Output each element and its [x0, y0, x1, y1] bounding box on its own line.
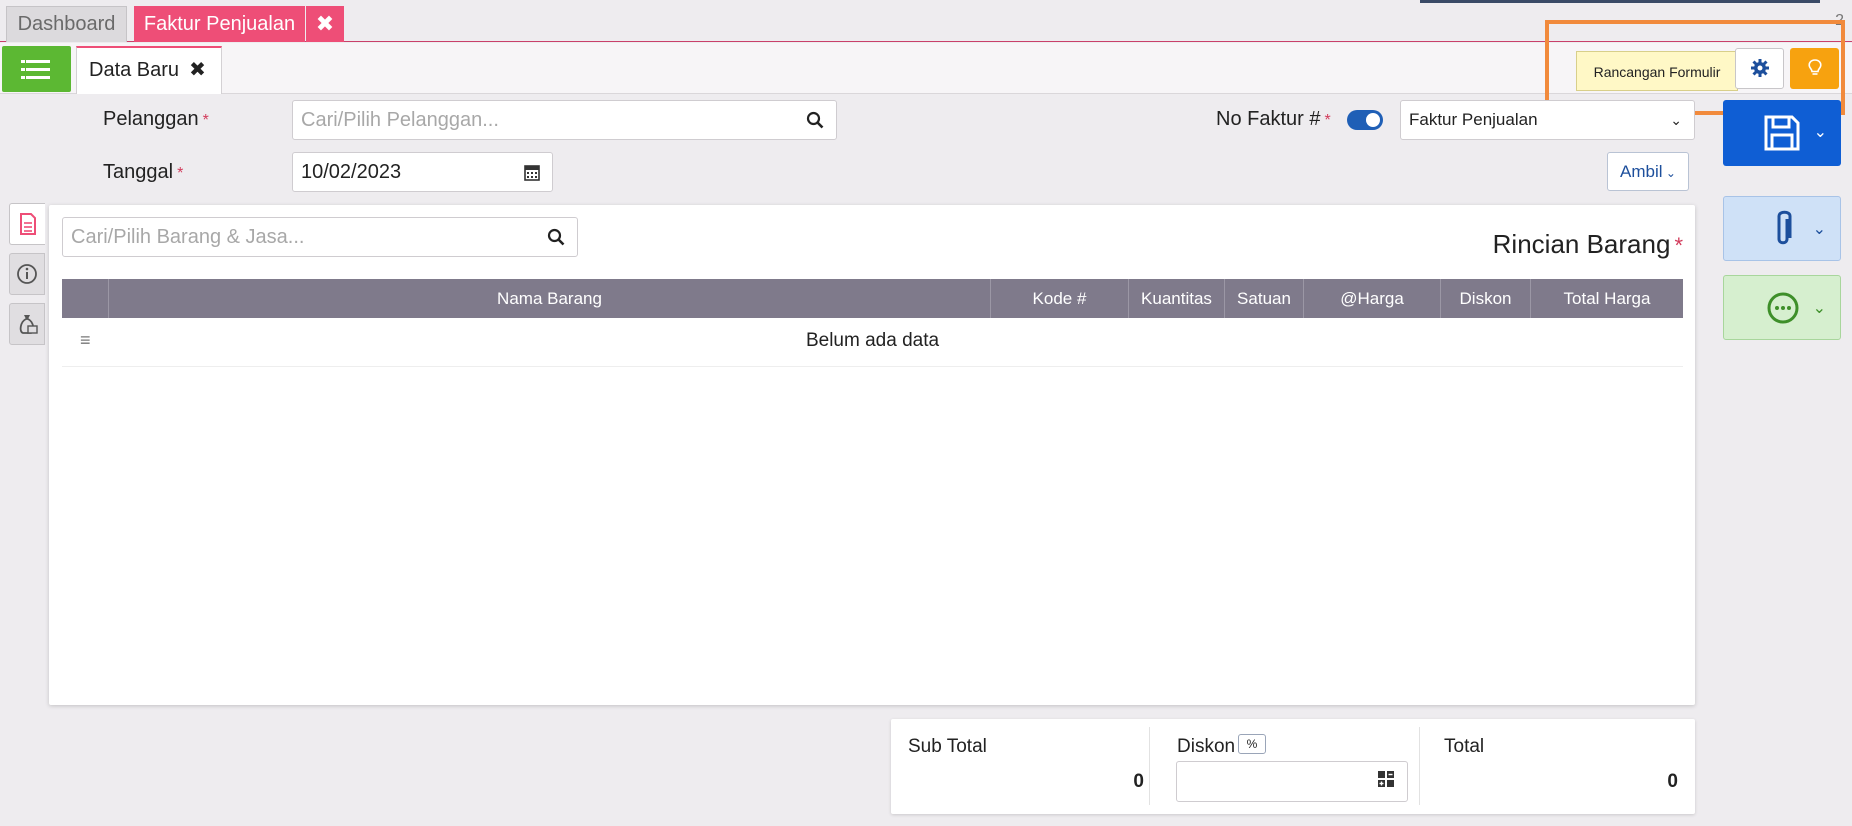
calendar-icon[interactable] — [524, 153, 540, 194]
total-value: 0 — [1667, 771, 1678, 792]
diskon-input[interactable] — [1176, 761, 1408, 802]
column-handle — [62, 279, 109, 318]
column-harga[interactable]: @Harga — [1304, 279, 1441, 318]
subtotal-label: Sub Total — [908, 736, 987, 757]
list-menu-button[interactable] — [2, 46, 71, 92]
paperclip-icon — [1777, 210, 1792, 245]
tanggal-value: 10/02/2023 — [301, 161, 402, 183]
no-faktur-label: No Faktur # * — [1216, 108, 1331, 130]
top-accent-line — [1420, 0, 1820, 3]
chevron-down-icon[interactable]: ⌄ — [1814, 122, 1827, 142]
total-label: Total — [1444, 736, 1485, 757]
info-icon — [17, 264, 37, 284]
rincian-barang-panel: Cari/Pilih Barang & Jasa... Rincian Bara… — [49, 205, 1695, 705]
side-tab-info[interactable] — [9, 253, 45, 295]
divider — [1149, 727, 1150, 805]
chevron-down-icon: ⌄ — [1662, 166, 1676, 180]
auto-number-toggle[interactable] — [1347, 110, 1383, 130]
more-icon — [1767, 292, 1799, 324]
table-row: Belum ada data ≡ — [62, 318, 1683, 367]
column-kode[interactable]: Kode # — [991, 279, 1129, 318]
calculator-icon[interactable] — [1377, 770, 1395, 793]
diskon-percent-toggle[interactable]: % — [1238, 734, 1266, 754]
drag-handle-icon[interactable]: ≡ — [80, 330, 91, 351]
subtotal-value: 0 — [1133, 771, 1144, 792]
close-icon[interactable]: ✖ — [189, 59, 206, 81]
column-satuan[interactable]: Satuan — [1225, 279, 1304, 318]
subtab-label: Data Baru — [89, 59, 180, 81]
ambil-button[interactable]: Ambil ⌄ — [1607, 152, 1689, 191]
diskon-label: Diskon — [1177, 736, 1236, 757]
tab-faktur-penjualan[interactable]: Faktur Penjualan — [134, 6, 305, 42]
document-icon — [19, 213, 36, 235]
tab-data-baru[interactable]: Data Baru ✖ — [76, 46, 222, 94]
column-nama-barang[interactable]: Nama Barang — [109, 279, 991, 318]
tanggal-input[interactable]: 10/02/2023 — [292, 152, 553, 192]
empty-state-text: Belum ada data — [805, 330, 940, 351]
pelanggan-placeholder: Cari/Pilih Pelanggan... — [301, 109, 499, 131]
column-kuantitas[interactable]: Kuantitas — [1129, 279, 1225, 318]
side-tab-payment[interactable] — [9, 303, 45, 345]
faktur-type-value: Faktur Penjualan — [1409, 110, 1538, 129]
search-icon[interactable] — [806, 101, 824, 142]
section-title: Rincian Barang * — [1492, 229, 1683, 259]
save-button[interactable]: ⌄ — [1723, 100, 1841, 166]
tab-close-icon[interactable]: ✖ — [306, 6, 344, 42]
chevron-down-icon[interactable]: ⌄ — [1813, 298, 1826, 318]
pelanggan-input[interactable]: Cari/Pilih Pelanggan... — [292, 100, 837, 140]
items-table-header: Nama Barang Kode # Kuantitas Satuan @Har… — [62, 279, 1683, 318]
faktur-type-select[interactable]: Faktur Penjualan ⌄ — [1400, 100, 1695, 140]
tab-dashboard[interactable]: Dashboard — [6, 6, 127, 42]
more-options-button[interactable]: ⌄ — [1723, 275, 1841, 340]
save-icon — [1764, 115, 1800, 151]
attachment-button[interactable]: ⌄ — [1723, 196, 1841, 261]
divider — [1419, 727, 1420, 805]
item-search-placeholder: Cari/Pilih Barang & Jasa... — [71, 226, 305, 248]
pelanggan-label: Pelanggan * — [103, 108, 209, 130]
side-tab-detail[interactable] — [9, 203, 45, 245]
totals-panel: Sub Total 0 Diskon % Total 0 — [891, 719, 1695, 814]
ambil-label: Ambil — [1620, 162, 1663, 181]
item-search-input[interactable]: Cari/Pilih Barang & Jasa... — [62, 217, 578, 257]
column-diskon[interactable]: Diskon — [1441, 279, 1531, 318]
search-icon[interactable] — [547, 218, 565, 259]
chevron-down-icon[interactable]: ⌄ — [1813, 219, 1826, 239]
money-bag-icon — [19, 315, 38, 334]
column-total-harga[interactable]: Total Harga — [1531, 279, 1683, 318]
chevron-down-icon: ⌄ — [1670, 112, 1682, 128]
tanggal-label: Tanggal * — [103, 161, 184, 183]
